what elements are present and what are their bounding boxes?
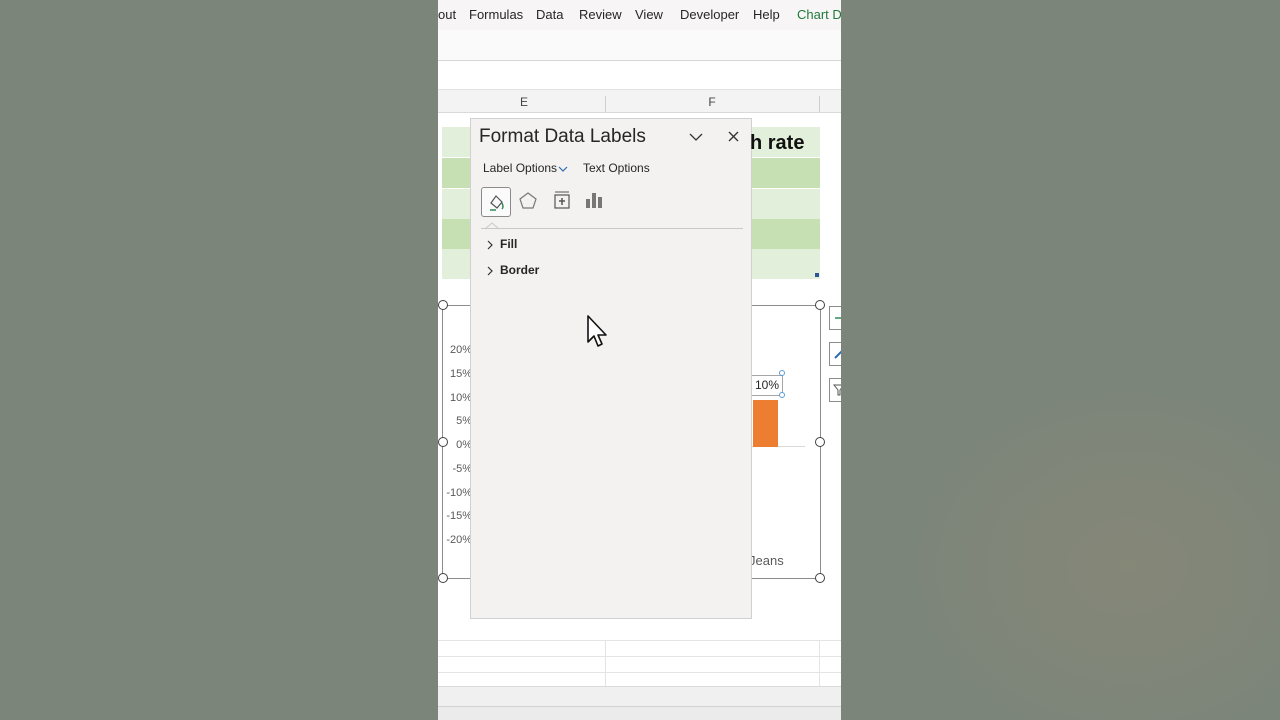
chart-resize-handle[interactable] bbox=[815, 300, 825, 310]
column-separator[interactable] bbox=[819, 96, 820, 112]
grid-line bbox=[438, 672, 841, 673]
grid-line bbox=[438, 656, 841, 657]
tab-label-options[interactable]: Label Options bbox=[483, 161, 557, 175]
chart-elements-button[interactable] bbox=[829, 306, 841, 330]
y-axis-tick-label: -5% bbox=[452, 462, 472, 475]
section-border-label: Border bbox=[500, 263, 540, 277]
table-resize-handle[interactable] bbox=[815, 273, 819, 277]
tab-help[interactable]: Help bbox=[753, 7, 780, 22]
tab-review[interactable]: Review bbox=[579, 7, 622, 22]
section-fill-label: Fill bbox=[500, 237, 518, 251]
column-header-e[interactable]: E bbox=[514, 95, 534, 109]
data-label-selection-handle[interactable] bbox=[779, 392, 785, 398]
data-label-jeans[interactable]: 10% bbox=[751, 375, 783, 396]
tab-chart-design[interactable]: Chart De bbox=[797, 7, 841, 22]
pane-divider bbox=[481, 228, 743, 229]
chart-resize-handle[interactable] bbox=[438, 573, 448, 583]
size-properties-tab[interactable] bbox=[548, 187, 576, 215]
label-options-icon bbox=[586, 193, 602, 208]
tab-view[interactable]: View bbox=[635, 7, 663, 22]
data-label-selection-handle[interactable] bbox=[779, 370, 785, 376]
y-axis-tick-label: -10% bbox=[446, 486, 472, 499]
formula-bar-area bbox=[438, 61, 841, 90]
size-properties-icon bbox=[554, 191, 570, 209]
ribbon-body bbox=[438, 30, 841, 61]
y-axis-tick-label: -20% bbox=[446, 534, 472, 546]
mouse-cursor-icon bbox=[587, 315, 607, 347]
pane-options-button[interactable] bbox=[684, 127, 708, 147]
grid-line bbox=[438, 640, 841, 641]
effects-tab[interactable] bbox=[514, 187, 542, 215]
close-icon bbox=[728, 131, 739, 142]
tab-data[interactable]: Data bbox=[536, 7, 563, 22]
background bbox=[900, 380, 1280, 720]
column-headers: E F bbox=[438, 90, 841, 113]
tab-developer[interactable]: Developer bbox=[680, 7, 739, 22]
column-separator[interactable] bbox=[605, 96, 606, 112]
effects-icon bbox=[519, 192, 537, 209]
chart-resize-handle[interactable] bbox=[815, 437, 825, 447]
chart-resize-handle[interactable] bbox=[438, 300, 448, 310]
chevron-down-icon bbox=[689, 133, 703, 141]
y-axis-tick-label: -15% bbox=[446, 510, 472, 523]
chevron-right-icon bbox=[487, 240, 493, 250]
ribbon-tab-bar: out Formulas Data Review View Developer … bbox=[438, 0, 841, 30]
category-label-jeans: Jeans bbox=[749, 553, 784, 568]
label-options-tab[interactable] bbox=[580, 187, 608, 215]
pane-title: Format Data Labels bbox=[479, 126, 646, 147]
y-axis-tick-label: 10% bbox=[449, 391, 472, 404]
chart-resize-handle[interactable] bbox=[815, 573, 825, 583]
grid-line bbox=[819, 640, 820, 686]
grid-line bbox=[605, 640, 606, 686]
bar-jeans[interactable] bbox=[753, 399, 778, 447]
header-cell-growth-rate: h rate bbox=[750, 132, 805, 154]
chart-styles-button[interactable] bbox=[829, 342, 841, 366]
chevron-right-icon bbox=[487, 266, 493, 276]
format-data-labels-pane: Format Data Labels Label Options Text Op… bbox=[470, 118, 752, 619]
chart-filters-button[interactable] bbox=[829, 378, 841, 402]
brush-icon bbox=[834, 350, 841, 359]
chart-resize-handle[interactable] bbox=[438, 437, 448, 447]
column-header-f[interactable]: F bbox=[702, 95, 722, 109]
tab-about[interactable]: out bbox=[438, 7, 456, 22]
y-axis-tick-label: 15% bbox=[449, 367, 472, 380]
plus-icon bbox=[835, 317, 841, 319]
y-axis-tick-label: 5% bbox=[456, 415, 472, 428]
tab-formulas[interactable]: Formulas bbox=[469, 7, 523, 22]
filter-icon bbox=[832, 384, 841, 396]
tab-text-options[interactable]: Text Options bbox=[583, 161, 650, 175]
status-bar bbox=[438, 706, 841, 720]
y-axis-tick-label: 20% bbox=[449, 344, 472, 356]
sheet-scrollbar[interactable] bbox=[438, 686, 841, 707]
chevron-down-icon[interactable] bbox=[557, 164, 569, 174]
fill-line-icon bbox=[490, 195, 504, 211]
fill-line-tab[interactable] bbox=[481, 187, 511, 217]
pane-close-button[interactable] bbox=[722, 127, 746, 147]
